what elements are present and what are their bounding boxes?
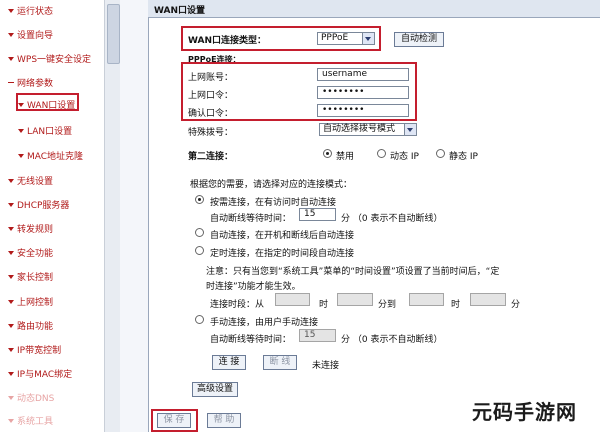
period-end-hour-input[interactable] — [409, 293, 444, 306]
sidebar-item-label: 家长控制 — [17, 273, 54, 283]
sidebar-item-forwarding[interactable]: 转发规则 — [8, 222, 53, 235]
period-hour2-unit: 时 — [451, 300, 461, 310]
watermark-logo: 元码手游网 — [472, 400, 577, 424]
sidebar-item-ddns[interactable]: 动态DNS — [8, 391, 54, 404]
sidebar-item-network[interactable]: 网络参数 — [8, 76, 53, 89]
timed-note-line-1: 注意：只有当您到“系统工具”菜单的“时间设置”项设置了当前时间后，“定 — [206, 267, 500, 277]
disconnect-button[interactable]: 断 线 — [263, 355, 297, 370]
idle-time-unit-2: 分 （0 表示不自动断线） — [341, 335, 443, 345]
mode-auto-label: 自动连接，在开机和断线后自动连接 — [210, 231, 355, 241]
sidebar-item-parental[interactable]: 家长控制 — [8, 270, 53, 283]
special-dial-select[interactable]: 自动选择拨号模式 — [319, 123, 417, 136]
sidebar-item-status[interactable]: 运行状态 — [8, 4, 53, 17]
timed-note-line-2: 时连接”功能才能生效。 — [206, 282, 301, 292]
mode-auto-radio[interactable] — [195, 228, 204, 237]
period-min-to-unit: 分到 — [378, 300, 397, 310]
mode-timed-radio[interactable] — [195, 246, 204, 255]
mode-manual-label: 手动连接，由用户手动连接 — [210, 318, 319, 328]
connect-button[interactable]: 连 接 — [212, 355, 246, 370]
idle-time-label-1: 自动断线等待时间： — [210, 214, 292, 224]
password-label: 上网口令： — [188, 91, 234, 101]
chevron-down-icon — [362, 33, 374, 44]
mode-on-demand-radio[interactable] — [195, 195, 204, 204]
sidebar-item-label: 安全功能 — [17, 249, 54, 259]
sidebar-item-label: IP带宽控制 — [17, 346, 62, 356]
page-title: WAN口设置 — [154, 6, 206, 16]
sidebar-item-label: DHCP服务器 — [17, 201, 70, 211]
idle-time-unit-1: 分 （0 表示不自动断线） — [341, 214, 443, 224]
second-conn-disabled-label: 禁用 — [336, 152, 355, 162]
second-conn-dynamic-label: 动态 IP — [390, 152, 419, 162]
sidebar-item-bandwidth[interactable]: IP带宽控制 — [8, 343, 61, 356]
sidebar-item-label: 动态DNS — [17, 394, 55, 404]
sidebar-item-label: LAN口设置 — [27, 127, 73, 137]
period-hour-unit: 时 — [319, 300, 329, 310]
password-input[interactable]: •••••••• — [317, 86, 409, 99]
period-min-unit: 分 — [511, 300, 521, 310]
sidebar-item-wizard[interactable]: 设置向导 — [8, 28, 53, 41]
advanced-settings-button[interactable]: 高级设置 — [192, 382, 238, 397]
mode-prompt: 根据您的需要，请选择对应的连接模式： — [190, 180, 353, 190]
sidebar-item-label: 运行状态 — [17, 7, 54, 17]
sidebar-item-label: 路由功能 — [17, 322, 54, 332]
second-conn-static-radio[interactable] — [436, 149, 445, 158]
sidebar-item-ip-mac-binding[interactable]: IP与MAC绑定 — [8, 367, 72, 380]
sidebar-item-wps[interactable]: WPS一键安全设定 — [8, 52, 91, 65]
idle-time-label-2: 自动断线等待时间： — [210, 335, 292, 345]
sidebar-item-access-control[interactable]: 上网控制 — [8, 295, 53, 308]
sidebar-item-label: 设置向导 — [17, 31, 54, 41]
frame-gutter — [120, 0, 148, 432]
conn-type-value: PPPoE — [321, 33, 349, 43]
sidebar-item-label: 无线设置 — [17, 177, 54, 187]
sidebar: 运行状态 设置向导 WPS一键安全设定 网络参数 WAN口设置 LAN口设置 M… — [0, 0, 103, 432]
idle-time-input-2[interactable]: 15 — [299, 329, 336, 342]
connection-status: 未连接 — [312, 361, 340, 371]
sidebar-item-label: IP与MAC绑定 — [17, 370, 73, 380]
scrollbar-thumb[interactable] — [107, 4, 120, 64]
chevron-down-icon — [404, 124, 416, 135]
period-label: 连接时段：从 — [210, 300, 265, 310]
sidebar-item-mac-clone[interactable]: MAC地址克隆 — [18, 149, 83, 162]
conn-type-select[interactable]: PPPoE — [317, 32, 375, 45]
sidebar-item-wireless[interactable]: 无线设置 — [8, 174, 53, 187]
sidebar-item-label: 上网控制 — [17, 298, 54, 308]
auto-detect-button[interactable]: 自动检测 — [394, 32, 444, 47]
save-button[interactable]: 保 存 — [157, 413, 191, 428]
second-conn-label: 第二连接： — [188, 152, 234, 162]
panel-title-bar: WAN口设置 — [148, 0, 600, 18]
confirm-password-label: 确认口令： — [188, 109, 234, 119]
sidebar-item-label: WPS一键安全设定 — [17, 55, 92, 65]
sidebar-item-dhcp[interactable]: DHCP服务器 — [8, 198, 69, 211]
special-dial-value: 自动选择拨号模式 — [323, 124, 396, 134]
sidebar-item-label: WAN口设置 — [27, 101, 76, 111]
mode-manual-radio[interactable] — [195, 315, 204, 324]
period-start-hour-input[interactable] — [275, 293, 310, 306]
period-end-min-input[interactable] — [470, 293, 506, 306]
sidebar-item-label: MAC地址克隆 — [27, 152, 84, 162]
mode-timed-label: 定时连接，在指定的时间段自动连接 — [210, 249, 355, 259]
conn-type-label: WAN口连接类型： — [188, 36, 267, 46]
sidebar-item-system-tools[interactable]: 系统工具 — [8, 414, 53, 427]
account-input[interactable]: username — [317, 68, 409, 81]
mode-on-demand-label: 按需连接，在有访问时自动连接 — [210, 198, 337, 208]
second-conn-static-label: 静态 IP — [449, 152, 478, 162]
second-conn-disabled-radio[interactable] — [323, 149, 332, 158]
help-button[interactable]: 帮 助 — [207, 413, 241, 428]
idle-time-input-1[interactable]: 15 — [299, 208, 336, 221]
sidebar-item-security[interactable]: 安全功能 — [8, 246, 53, 259]
sidebar-item-label: 系统工具 — [17, 417, 54, 427]
sidebar-item-wan[interactable]: WAN口设置 — [18, 98, 75, 111]
period-start-min-input[interactable] — [337, 293, 373, 306]
confirm-password-input[interactable]: •••••••• — [317, 104, 409, 117]
collapse-icon — [8, 82, 14, 83]
special-dial-label: 特殊拨号： — [188, 128, 234, 138]
account-label: 上网账号： — [188, 73, 234, 83]
sidebar-item-routing[interactable]: 路由功能 — [8, 319, 53, 332]
sidebar-item-label: 转发规则 — [17, 225, 54, 235]
sidebar-item-label: 网络参数 — [17, 79, 54, 89]
second-conn-dynamic-radio[interactable] — [377, 149, 386, 158]
sidebar-item-lan[interactable]: LAN口设置 — [18, 124, 72, 137]
sidebar-scrollbar[interactable] — [104, 0, 121, 432]
